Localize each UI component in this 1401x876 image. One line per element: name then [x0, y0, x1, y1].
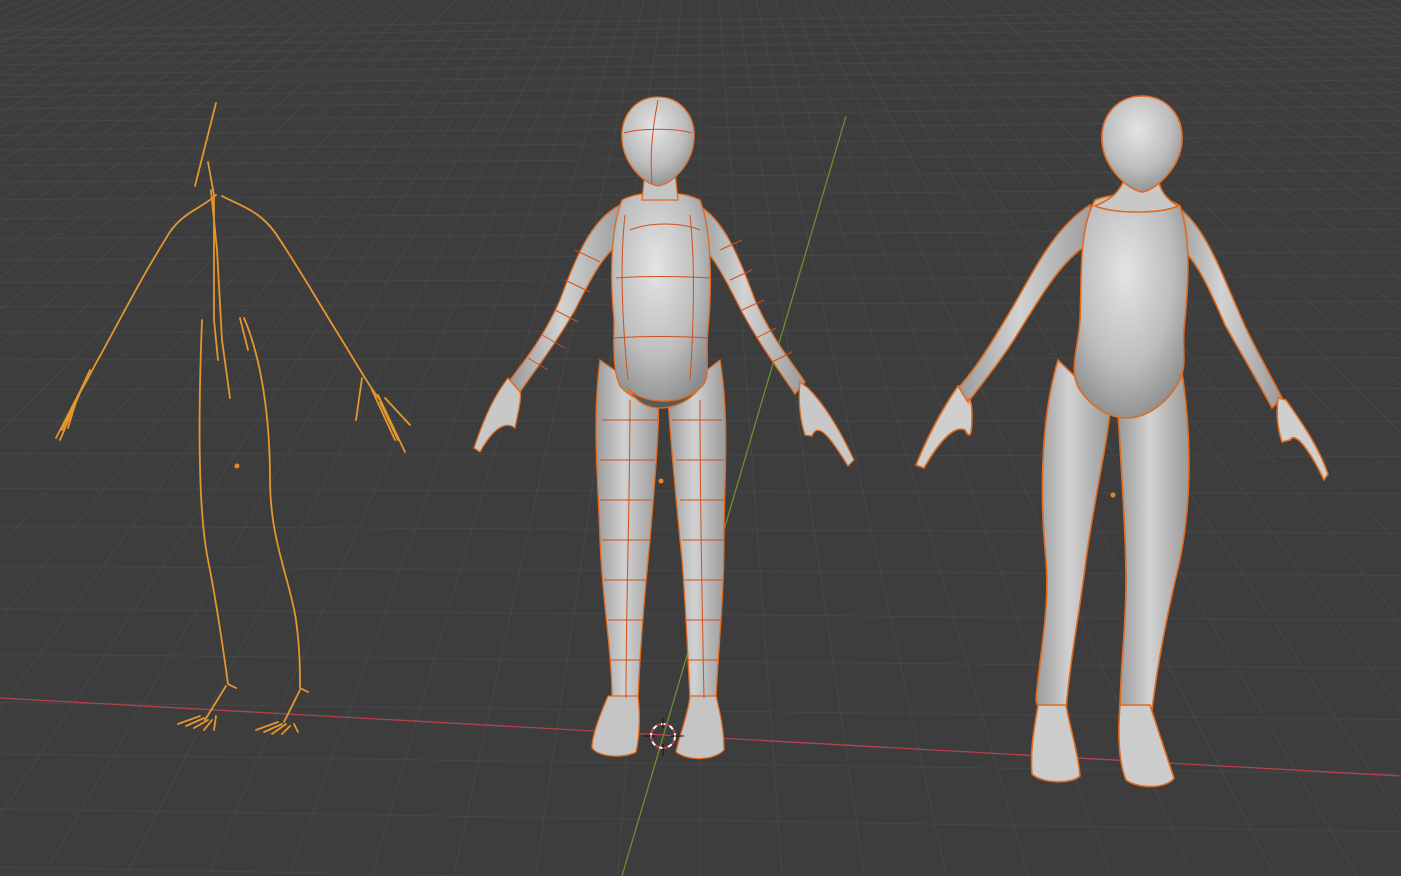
- smooth-left-leg: [1035, 358, 1111, 718]
- grid-line: [830, 0, 1276, 876]
- 3d-viewport[interactable]: [0, 0, 1401, 876]
- lowpoly-torso: [610, 191, 712, 407]
- smooth-torso: [1073, 193, 1189, 419]
- lowpoly-left-leg: [595, 358, 660, 701]
- lowpoly-right-hand: [798, 380, 855, 468]
- smooth-right-arm: [1171, 203, 1283, 410]
- subdivided-figure[interactable]: [914, 95, 1329, 788]
- lowpoly-head: [621, 96, 695, 187]
- lowpoly-right-foot: [675, 695, 725, 760]
- lowpoly-left-foot: [591, 695, 640, 757]
- smooth-right-foot: [1118, 704, 1175, 788]
- object-origin-icon: [1110, 492, 1116, 498]
- smooth-left-foot: [1030, 704, 1081, 783]
- object-origin-icon: [658, 478, 664, 484]
- smooth-right-hand: [1276, 397, 1329, 482]
- lowpoly-left-arm: [509, 204, 626, 394]
- viewport-canvas[interactable]: [0, 0, 1401, 876]
- smooth-head: [1101, 95, 1183, 193]
- object-origin-icon: [234, 463, 240, 469]
